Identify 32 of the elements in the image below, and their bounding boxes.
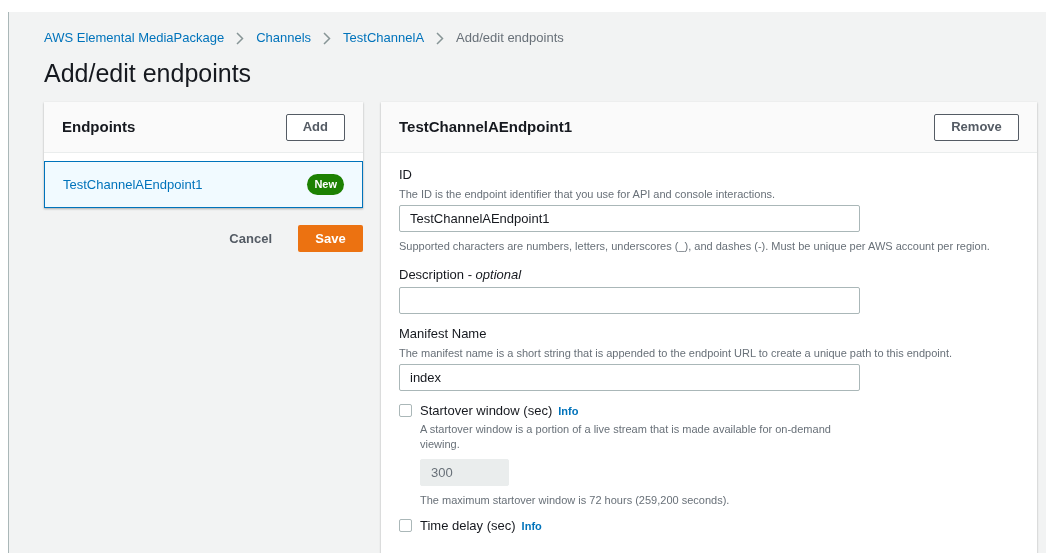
cancel-button[interactable]: Cancel — [229, 228, 272, 249]
panel-title: TestChannelAEndpoint1 — [399, 116, 573, 137]
text-field[interactable] — [399, 287, 860, 314]
field-label: Manifest Name — [399, 325, 488, 343]
page-title: Add/edit endpoints — [44, 58, 253, 88]
remove-button[interactable]: Remove — [934, 113, 1019, 141]
field-description: The manifest name is a short string that is appended to the endpoint URL to create a unique path to this endpoint. — [399, 345, 953, 361]
breadcrumb-link[interactable]: AWS Elemental MediaPackage — [44, 28, 225, 48]
chevron-right-icon — [236, 31, 245, 45]
new-badge: New — [307, 174, 344, 195]
endpoint-item[interactable]: TestChannelAEndpoint1 New — [44, 161, 363, 208]
breadcrumb-link[interactable]: TestChannelA — [343, 28, 425, 48]
breadcrumb-link[interactable]: Channels — [256, 28, 312, 48]
field-description: The ID is the endpoint identifier that you use for API and console interactions. — [399, 186, 777, 202]
chevron-right-icon — [323, 31, 332, 45]
checkbox-label: Startover window (sec) — [420, 402, 553, 420]
field-label: Description - optional — [399, 265, 523, 284]
text-field[interactable]: TestChannelAEndpoint1 — [399, 205, 860, 232]
checkbox-label: Time delay (sec) — [420, 517, 516, 535]
endpoint-name: TestChannelAEndpoint1 — [63, 175, 203, 194]
chevron-right-icon — [436, 31, 445, 45]
field-hint: Supported characters are numbers, letters, underscores (_), and dashes (-). Must be unique per AWS account per region. — [399, 239, 991, 254]
breadcrumb-current: Add/edit endpoints — [456, 29, 564, 48]
checkbox[interactable] — [399, 519, 412, 532]
add-button[interactable]: Add — [285, 113, 345, 141]
info-link[interactable]: Info — [521, 518, 542, 535]
text-field[interactable]: index — [399, 364, 860, 391]
panel-title: Endpoints — [62, 116, 136, 137]
field-description: A startover window is a portion of a live stream that is made available for on-demand viewing. — [420, 421, 832, 452]
field-hint: The maximum startover window is 72 hours (259,200 seconds). — [420, 492, 731, 508]
save-button[interactable]: Save — [298, 225, 363, 252]
field-label: ID — [399, 166, 413, 184]
